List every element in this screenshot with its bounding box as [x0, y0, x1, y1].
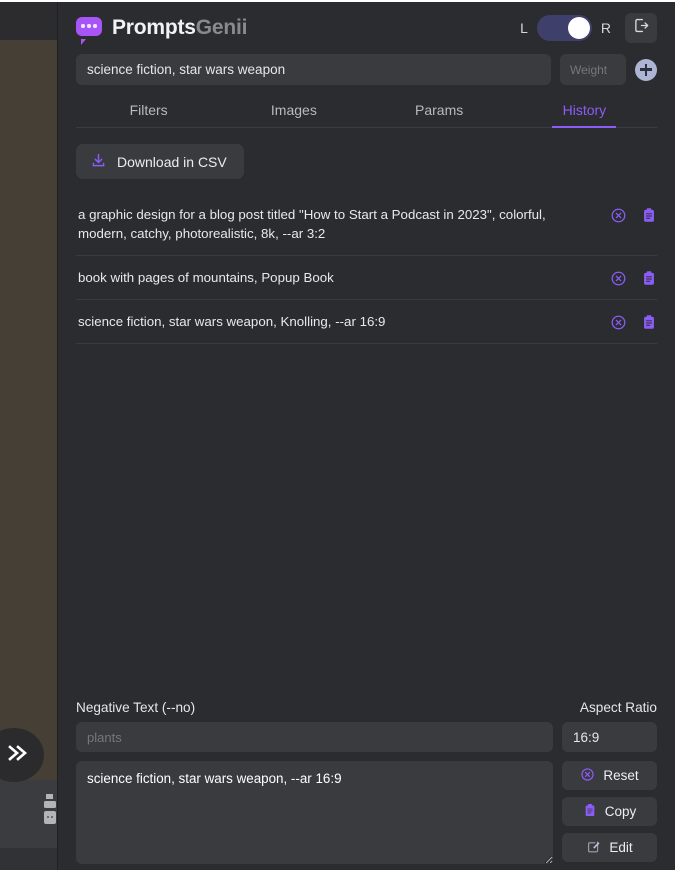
prompts-genii-panel: PromptsGenii L R science fiction, star w… [57, 2, 675, 870]
clipboard-icon[interactable] [641, 207, 657, 224]
output-panel: Negative Text (--no) Aspect Ratio 16:9 [58, 700, 675, 864]
double-chevron-right-icon [0, 743, 32, 768]
negative-and-aspect-row: 16:9 [76, 722, 657, 752]
plus-circle-icon [635, 58, 657, 81]
history-item-text: science fiction, star wars weapon, Knoll… [78, 314, 386, 329]
history-item-actions [610, 268, 657, 287]
negative-text-input[interactable] [76, 722, 553, 752]
table-row[interactable]: a graphic design for a blog post titled … [76, 193, 657, 256]
negative-text-label: Negative Text (--no) [76, 700, 196, 715]
tab-bar: Filters Images Params History [76, 97, 657, 128]
page-strip-top [0, 0, 57, 40]
download-icon [90, 152, 107, 172]
brand-logo[interactable]: PromptsGenii [76, 16, 247, 45]
history-toolbar: Download in CSV [58, 128, 675, 179]
reset-circle-icon[interactable] [610, 207, 627, 224]
aspect-ratio-label: Aspect Ratio [579, 700, 657, 715]
tab-params[interactable]: Params [367, 97, 512, 127]
reset-circle-icon[interactable] [610, 314, 627, 331]
history-item-text: book with pages of mountains, Popup Book [78, 270, 334, 285]
table-row[interactable]: book with pages of mountains, Popup Book [76, 256, 657, 300]
reset-button-label: Reset [603, 768, 639, 783]
weight-input[interactable] [560, 54, 626, 85]
edit-pencil-icon [586, 839, 601, 857]
clipboard-icon [583, 803, 597, 821]
page-strip-foot [0, 848, 57, 870]
history-item-text: a graphic design for a blog post titled … [78, 207, 546, 241]
logout-button[interactable] [625, 13, 657, 43]
copy-button-label: Copy [604, 804, 637, 819]
toggle-left-label: L [520, 20, 528, 36]
toggle-right-label: R [600, 20, 611, 36]
logout-icon [633, 17, 650, 39]
add-term-button[interactable] [635, 58, 657, 81]
aspect-ratio-select[interactable]: 16:9 [562, 722, 657, 752]
brand-primary: Prompts [112, 16, 196, 39]
copy-button[interactable]: Copy [562, 797, 657, 826]
download-csv-label: Download in CSV [117, 153, 227, 170]
prompt-actions: Reset Copy Edit [562, 761, 657, 862]
final-prompt-textarea[interactable] [76, 761, 553, 864]
tab-history[interactable]: History [512, 97, 657, 127]
tab-images[interactable]: Images [221, 97, 366, 127]
history-list: a graphic design for a blog post titled … [76, 193, 657, 344]
reset-button[interactable]: Reset [562, 761, 657, 790]
toggle-knob [567, 17, 590, 39]
tab-filters[interactable]: Filters [76, 97, 221, 127]
clipboard-icon[interactable] [641, 270, 657, 287]
reset-circle-icon[interactable] [610, 270, 627, 287]
table-row[interactable]: science fiction, star wars weapon, Knoll… [76, 300, 657, 344]
edit-button[interactable]: Edit [562, 833, 657, 862]
header-controls: L R [520, 13, 657, 43]
reset-circle-icon [580, 767, 595, 785]
history-item-actions [610, 205, 657, 224]
download-csv-button[interactable]: Download in CSV [76, 144, 244, 179]
aspect-ratio-value: 16:9 [573, 729, 600, 745]
speech-bubble-dots-icon [76, 16, 102, 45]
panel-header: PromptsGenii L R [58, 2, 675, 54]
page-strip-body [0, 40, 57, 780]
prompt-entry-row [58, 54, 675, 85]
search-input[interactable] [76, 54, 551, 85]
screen: PromptsGenii L R science fiction, star w… [0, 0, 675, 870]
left-partial-icon [42, 792, 58, 826]
brand-secondary: Genii [195, 16, 248, 39]
brand-title: PromptsGenii [112, 16, 247, 40]
side-toggle[interactable] [536, 15, 592, 41]
clipboard-icon[interactable] [641, 314, 657, 331]
history-item-actions [610, 312, 657, 331]
edit-button-label: Edit [609, 840, 633, 855]
output-labels: Negative Text (--no) Aspect Ratio [76, 700, 657, 715]
final-prompt-row: Reset Copy [76, 761, 657, 864]
